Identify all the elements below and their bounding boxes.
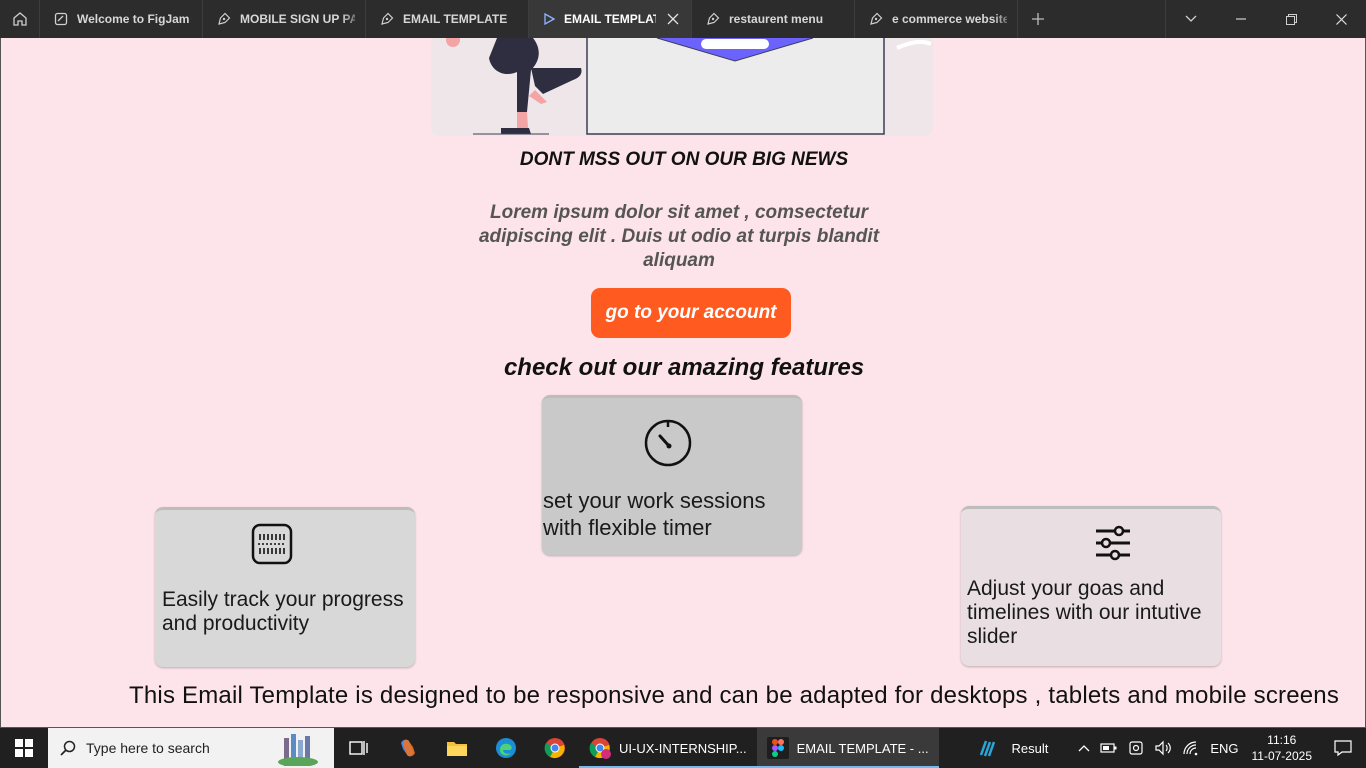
weather-widget[interactable]: Result [972,728,1053,768]
system-tray: Result ENG 11:16 11-07-2025 [972,728,1366,768]
clock-date: 11-07-2025 [1251,749,1313,763]
tab-fade [993,0,1017,38]
file-explorer-button[interactable] [432,728,481,768]
task-view-icon [348,741,368,755]
tab-email-template[interactable]: EMAIL TEMPLATE [366,0,529,38]
search-icon [60,740,76,756]
task-view-button[interactable] [334,728,383,768]
restore-button[interactable] [1266,0,1316,38]
feature-text-progress: Easily track your progress and productiv… [162,588,404,635]
windows-taskbar: Type here to search UI-UX-INTERNSHIP... … [0,728,1366,768]
taskbar-app-chrome-profile[interactable]: UI-UX-INTERNSHIP... [579,728,757,768]
home-button[interactable] [0,0,40,38]
tab-email-template-prototype[interactable]: EMAIL TEMPLATE [529,0,692,38]
taskbar-app-label: UI-UX-INTERNSHIP... [619,740,747,756]
tab-label: EMAIL TEMPLATE [403,12,508,26]
battery-button[interactable] [1095,728,1123,768]
hero-illustration [431,38,933,136]
tab-mobile-sign-up-page[interactable]: MOBILE SIGN UP PAGE [203,0,366,38]
tab-restaurent-menu[interactable]: restaurent menu [692,0,855,38]
search-placeholder: Type here to search [86,740,210,756]
email-headline: DONT MSS OUT ON OUR BIG NEWS [519,149,849,170]
close-tab-button[interactable] [665,11,681,27]
taskbar-search-box[interactable]: Type here to search [48,728,334,768]
language-indicator[interactable]: ENG [1205,728,1243,768]
prototype-canvas: DONT MSS OUT ON OUR BIG NEWS Lorem ipsum… [0,38,1366,728]
feature-text-slider: Adjust your goas and timelines with our … [967,577,1202,648]
search-highlight-icon [278,734,318,766]
email-body-text: Lorem ipsum dolor sit amet , comsectetur… [478,202,880,271]
copilot-button[interactable] [383,728,432,768]
new-tab-button[interactable] [1018,0,1058,38]
copilot-icon [400,739,415,757]
close-icon [1335,13,1347,25]
feature-text-timer: set your work sessions with flexible tim… [543,488,766,540]
close-icon [667,13,679,25]
close-window-button[interactable] [1316,0,1366,38]
tab-e-commerce-website[interactable]: e commerce website design [855,0,1018,38]
tab-welcome-figjam[interactable]: Welcome to FigJam [40,0,203,38]
person-with-envelope-illustration [446,38,932,135]
windows-logo-icon [15,739,33,757]
pen-icon [218,12,231,25]
title-bar: Welcome to FigJam MOBILE SIGN UP PAGE EM… [0,0,1366,38]
wifi-icon [1183,741,1198,756]
minimize-icon [1236,18,1246,20]
show-hidden-icons-button[interactable] [1073,728,1095,768]
camera-icon [1129,741,1143,755]
figjam-icon [54,12,68,26]
camera-button[interactable] [1123,728,1149,768]
chrome-icon [544,738,565,759]
clock-time: 11:16 [1267,733,1297,747]
volume-button[interactable] [1149,728,1177,768]
chevron-down-icon [1185,15,1197,22]
speaker-icon [1155,740,1172,756]
plus-icon [1032,13,1044,25]
pen-icon [870,12,883,25]
tab-label: e commerce website design [892,12,1007,26]
tabbar-spacer [1058,0,1166,38]
tab-fade [341,0,365,38]
taskbar-app-label: EMAIL TEMPLATE - ... [796,740,929,756]
tab-label: MOBILE SIGN UP PAGE [240,12,355,26]
chrome-profile-icon [589,738,611,759]
figma-icon [766,737,789,759]
cricket-icon [980,740,996,757]
taskbar-app-figma[interactable]: EMAIL TEMPLATE - ... [756,728,939,768]
home-icon [12,12,27,26]
features-title: check out our amazing features [503,354,865,381]
sliders-icon [1093,523,1133,563]
network-button[interactable] [1177,728,1205,768]
go-to-account-button[interactable]: go to your account [591,288,791,338]
pen-icon [381,12,394,25]
start-button[interactable] [0,728,48,768]
chrome-button[interactable] [530,728,579,768]
tab-list-button[interactable] [1166,0,1216,38]
timer-icon [642,416,694,468]
feature-card-slider: Adjust your goas and timelines with our … [961,506,1221,666]
feature-card-progress: Easily track your progress and productiv… [155,507,415,667]
edge-icon [495,738,516,758]
feature-card-timer: set your work sessions with flexible tim… [542,395,802,555]
folder-icon [446,742,467,756]
pen-icon [707,12,720,25]
notifications-button[interactable] [1320,728,1366,768]
edge-button[interactable] [481,728,530,768]
tab-label: Welcome to FigJam [77,12,190,26]
notification-icon [1334,740,1352,757]
responsive-note: This Email Template is designed to be re… [129,682,1340,709]
battery-icon [1100,743,1117,753]
tab-label: EMAIL TEMPLATE [564,12,656,26]
minimize-button[interactable] [1216,0,1266,38]
chevron-up-icon [1078,745,1090,752]
tab-label: restaurent menu [729,12,824,26]
restore-icon [1285,13,1297,25]
clock[interactable]: 11:16 11-07-2025 [1244,732,1321,764]
weather-label: Result [1011,740,1049,756]
play-icon [544,13,555,25]
progress-tracker-icon [250,522,294,566]
